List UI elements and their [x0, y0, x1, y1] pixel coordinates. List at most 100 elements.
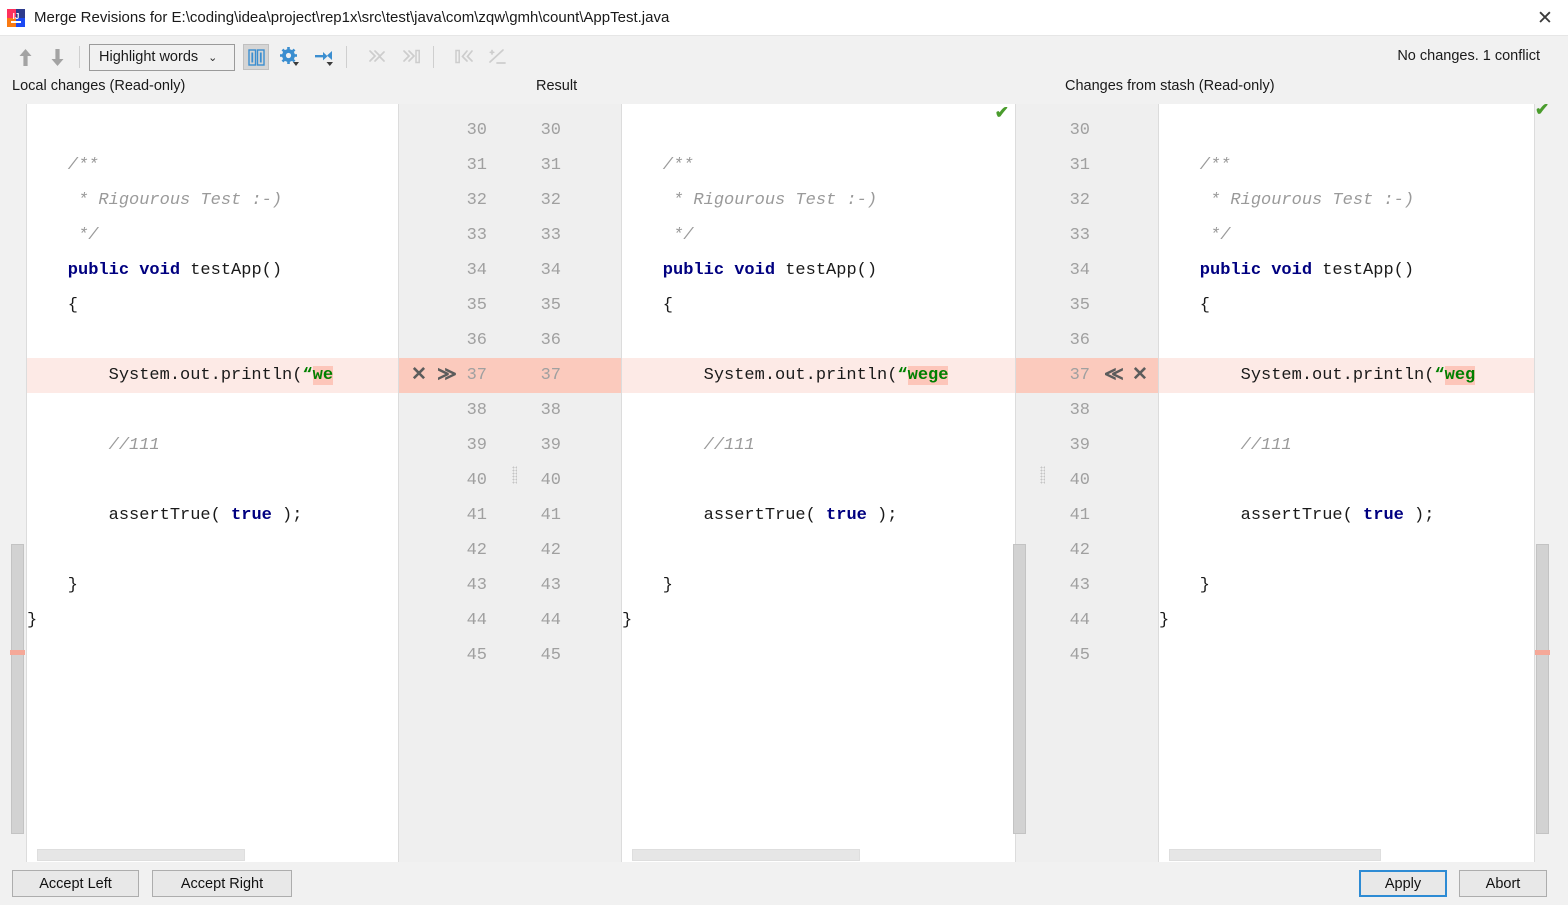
abort-button[interactable]: Abort [1459, 870, 1547, 897]
center-hscroll-thumb[interactable] [632, 849, 860, 861]
code-token: assertTrue( [27, 506, 232, 525]
gutter-line-number: 39 [540, 436, 561, 455]
code-line: */ [27, 218, 398, 253]
accept-left-button[interactable]: Accept Left [12, 870, 139, 897]
accept-right-button[interactable]: Accept Right [152, 870, 292, 897]
code-line: //111 [1159, 428, 1534, 463]
left-hscroll-thumb[interactable] [37, 849, 245, 861]
center-pane-title: Result [536, 78, 578, 94]
gutter-line-number: 37 [540, 366, 561, 385]
code-line: public void testApp() [1159, 253, 1534, 288]
code-token: testApp() [785, 261, 878, 280]
code-token: } [622, 611, 633, 630]
gutter-accept-left-icon[interactable]: ✕ [411, 358, 427, 393]
highlight-mode-label: Highlight words [99, 49, 199, 65]
gutter-line-number: 40 [1069, 471, 1090, 490]
center-vertical-scrollbar[interactable] [1012, 104, 1027, 862]
left-gutter: 30 30 31 31 32 32 33 33 34 34 35 35 36 36 37 37 38 38 39 39… [399, 104, 621, 862]
code-line: { [1159, 288, 1534, 323]
close-icon[interactable]: ✕ [1522, 0, 1568, 36]
gutter-line-number: 40 [540, 471, 561, 490]
code-token: */ [622, 226, 694, 245]
code-token: ); [271, 506, 303, 525]
code-token: */ [27, 226, 99, 245]
pane-header-row: Local changes (Read-only) Result Changes… [0, 78, 1568, 104]
right-code-pane[interactable]: /** * Rigourous Test :-) */ public void … [1158, 104, 1535, 862]
arrow-down-icon[interactable] [44, 44, 70, 70]
gutter-line-number: 37 [466, 366, 487, 385]
code-token: //111 [27, 436, 160, 455]
toolbar: Highlight words ⌄ No changes. 1 conflict [0, 36, 1568, 78]
gutter-line-number: 42 [540, 541, 561, 560]
toolbar-divider-2 [346, 46, 347, 68]
gutter-line-number: 36 [1069, 331, 1090, 350]
highlight-mode-dropdown[interactable]: Highlight words ⌄ [89, 43, 235, 71]
center-result-pane[interactable]: ✔ /** * Rigourous Test :-) */ public voi… [621, 104, 1016, 862]
apply-non-conflicting-icon[interactable] [311, 44, 337, 70]
gutter-line-number: 30 [466, 121, 487, 140]
gutter-line-number: 45 [466, 646, 487, 665]
right-code-lines: /** * Rigourous Test :-) */ public void … [1159, 104, 1534, 673]
code-line: assertTrue( true ); [622, 498, 1015, 533]
apply-non-conflicting-left-icon [364, 44, 390, 70]
right-horizontal-scrollbar[interactable] [1159, 848, 1534, 862]
code-line: /** [622, 148, 1015, 183]
code-token: /** [622, 156, 694, 175]
magic-resolve-left-icon [451, 44, 477, 70]
code-token: ); [866, 506, 898, 525]
code-token: true [231, 506, 272, 525]
code-token: System.out.println( [622, 366, 898, 385]
left-scrollbar-thumb[interactable] [11, 544, 24, 834]
code-token: assertTrue( [622, 506, 827, 525]
code-token: /** [27, 156, 99, 175]
right-scrollbar-thumb[interactable] [1536, 544, 1549, 834]
gutter-line-number: 44 [466, 611, 487, 630]
code-line: assertTrue( true ); [27, 498, 398, 533]
gutter-line-number: 40 [466, 471, 487, 490]
gutter-line-number: 31 [540, 156, 561, 175]
right-vertical-scrollbar[interactable]: ✔ [1535, 100, 1550, 862]
gutter-apply-right-icon[interactable]: ≪ [1104, 358, 1124, 393]
code-token: System.out.println( [1159, 366, 1435, 385]
gutter-apply-left-icon[interactable]: ≫ [437, 358, 457, 393]
code-token: “ [897, 366, 908, 385]
apply-button[interactable]: Apply [1359, 870, 1447, 897]
gutter-line-number: 32 [466, 191, 487, 210]
gutter-line-number: 33 [466, 226, 487, 245]
code-line: System.out.println(“wege [622, 358, 1015, 393]
arrow-up-icon[interactable] [12, 44, 38, 70]
gutter-line-number: 34 [466, 261, 487, 280]
left-gutter-conflict-row [399, 358, 621, 393]
left-vertical-scrollbar[interactable] [10, 104, 25, 862]
gutter-line-number: 43 [540, 576, 561, 595]
code-token: /** [1159, 156, 1231, 175]
left-horizontal-scrollbar[interactable] [27, 848, 398, 862]
settings-gear-icon[interactable] [277, 44, 303, 70]
gutter-line-number: 30 [540, 121, 561, 140]
code-token: testApp() [1322, 261, 1415, 280]
gutter-accept-right-icon[interactable]: ✕ [1132, 358, 1148, 393]
code-token: { [1159, 296, 1211, 315]
gutter-line-number: 45 [540, 646, 561, 665]
code-token: testApp() [190, 261, 283, 280]
center-horizontal-scrollbar[interactable] [622, 848, 1015, 862]
code-line: { [622, 288, 1015, 323]
side-by-side-viewer-icon[interactable] [243, 44, 269, 70]
gutter-line-number: 39 [466, 436, 487, 455]
gutter-line-number: 41 [1069, 506, 1090, 525]
toolbar-divider-3 [433, 46, 434, 68]
left-code-pane[interactable]: ✔ /** * Rigourous Test :-) */ public voi… [26, 104, 399, 862]
code-line: } [1159, 603, 1534, 638]
right-hscroll-thumb[interactable] [1169, 849, 1381, 861]
code-line: } [622, 603, 1015, 638]
gutter-line-number: 35 [1069, 296, 1090, 315]
merge-diff-area: ✔ /** * Rigourous Test :-) */ public voi… [0, 100, 1568, 862]
center-scrollbar-thumb[interactable] [1013, 544, 1026, 834]
gutter-line-number: 35 [466, 296, 487, 315]
